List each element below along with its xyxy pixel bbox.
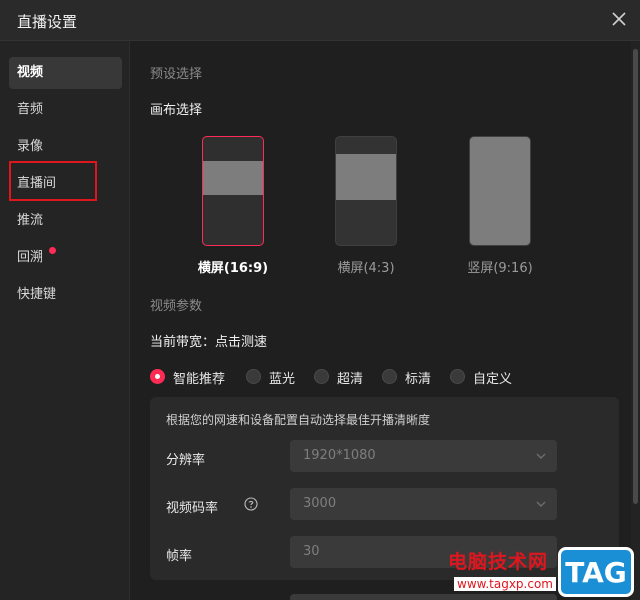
framerate-label: 帧率 [166, 549, 193, 564]
bitrate-select[interactable]: 3000 [290, 488, 557, 520]
canvas-preview-4-3 [336, 154, 396, 200]
scrollbar[interactable] [631, 41, 640, 600]
canvas-option-16-9[interactable] [202, 136, 264, 246]
highlight-annotation-box [9, 161, 97, 201]
sidebar-item-label: 回溯 [17, 250, 44, 265]
canvas-option-4-3[interactable] [335, 136, 397, 246]
radio-label: 自定义 [473, 372, 513, 387]
sidebar-item-audio[interactable]: 音频 [9, 94, 122, 126]
sidebar-item-label: 视频 [17, 65, 44, 80]
chevron-down-icon [536, 453, 546, 459]
watermark-logo-text: TAG [565, 556, 627, 589]
sidebar-item-label: 快捷键 [17, 287, 57, 302]
canvas-section-title: 画布选择 [150, 103, 203, 118]
window-title: 直播设置 [17, 13, 78, 31]
select-value: 30 [303, 544, 320, 559]
sidebar-item-label: 推流 [17, 213, 44, 228]
resolution-label: 分辨率 [166, 453, 206, 468]
close-icon[interactable] [610, 10, 628, 28]
video-params-title: 视频参数 [150, 299, 203, 314]
canvas-label-4-3[interactable]: 横屏(4:3) [316, 257, 416, 276]
radio-circle [314, 369, 329, 384]
sidebar-item-shortcuts[interactable]: 快捷键 [9, 279, 122, 311]
radio-circle [150, 369, 165, 384]
chevron-down-icon [536, 501, 546, 507]
question-circle-icon[interactable] [244, 497, 258, 511]
watermark-site-name: 电脑技术网 [448, 551, 549, 573]
watermark-url: www.tagxp.com [454, 577, 556, 591]
radio-label: 标清 [405, 372, 432, 387]
bandwidth-test-link[interactable]: 当前带宽：点击测速 [150, 331, 267, 350]
sidebar-item-stream[interactable]: 推流 [9, 205, 122, 237]
notification-dot [49, 247, 56, 254]
radio-circle [382, 369, 397, 384]
canvas-label-16-9[interactable]: 横屏(16:9) [183, 257, 283, 276]
radio-label: 智能推荐 [173, 372, 226, 387]
radio-label: 超清 [337, 372, 364, 387]
bitrate-label-text: 视频码率 [166, 501, 219, 516]
canvas-option-9-16[interactable] [469, 136, 531, 246]
sidebar: 视频 音频 录像 直播间 推流 回溯 快捷键 [0, 41, 130, 600]
watermark-logo: TAG [558, 547, 634, 597]
resolution-select[interactable]: 1920*1080 [290, 440, 557, 472]
quality-radio-group: 智能推荐 蓝光 超清 标清 自定义 [150, 367, 620, 387]
select-value: 1920*1080 [303, 448, 376, 463]
radio-circle [450, 369, 465, 384]
radio-label: 蓝光 [269, 372, 296, 387]
preset-section-title: 预设选择 [150, 67, 203, 82]
canvas-preview-9-16 [470, 137, 530, 245]
scrollbar-thumb[interactable] [633, 49, 638, 504]
site-watermark: 电脑技术网 www.tagxp.com TAG [444, 545, 640, 600]
canvas-preview-16-9 [203, 161, 263, 195]
select-value: 3000 [303, 496, 337, 511]
bitrate-label: 视频码率 [166, 497, 258, 516]
sidebar-item-label: 音频 [17, 102, 44, 117]
radio-circle [246, 369, 261, 384]
sidebar-item-video[interactable]: 视频 [9, 57, 122, 89]
canvas-label-9-16[interactable]: 竖屏(9:16) [450, 257, 550, 276]
sidebar-item-recording[interactable]: 录像 [9, 131, 122, 163]
sidebar-item-replay[interactable]: 回溯 [9, 242, 122, 274]
panel-description: 根据您的网速和设备配置自动选择最佳开播清晰度 [166, 413, 431, 427]
settings-main: 预设选择 画布选择 横屏(16:9) 横屏(4:3) 竖屏(9:16) 视频参数… [131, 41, 631, 600]
title-bar: 直播设置 [0, 0, 640, 41]
sidebar-item-label: 录像 [17, 139, 44, 154]
